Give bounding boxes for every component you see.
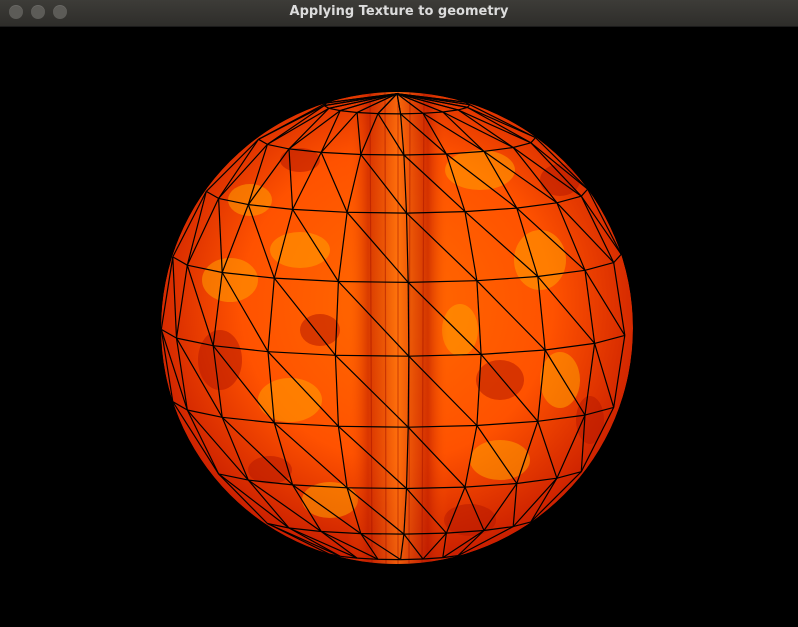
mesh-latitude-edge: [347, 487, 407, 490]
window-title: Applying Texture to geometry: [289, 4, 509, 19]
title-bar[interactable]: Applying Texture to geometry: [0, 0, 798, 27]
mesh-latitude-edge: [347, 211, 407, 214]
application-window: Applying Texture to geometry: [0, 0, 798, 627]
mesh-longitude-edge: [407, 282, 410, 357]
mesh-latitude-edge: [360, 533, 404, 535]
mesh-latitude-edge: [400, 112, 424, 115]
mesh-longitude-edge: [407, 356, 410, 428]
sphere-texture: [161, 92, 633, 564]
mesh-latitude-edge: [400, 558, 424, 561]
render-canvas[interactable]: [0, 27, 798, 627]
mesh-latitude-edge: [360, 153, 404, 156]
textured-sphere: [160, 92, 633, 564]
